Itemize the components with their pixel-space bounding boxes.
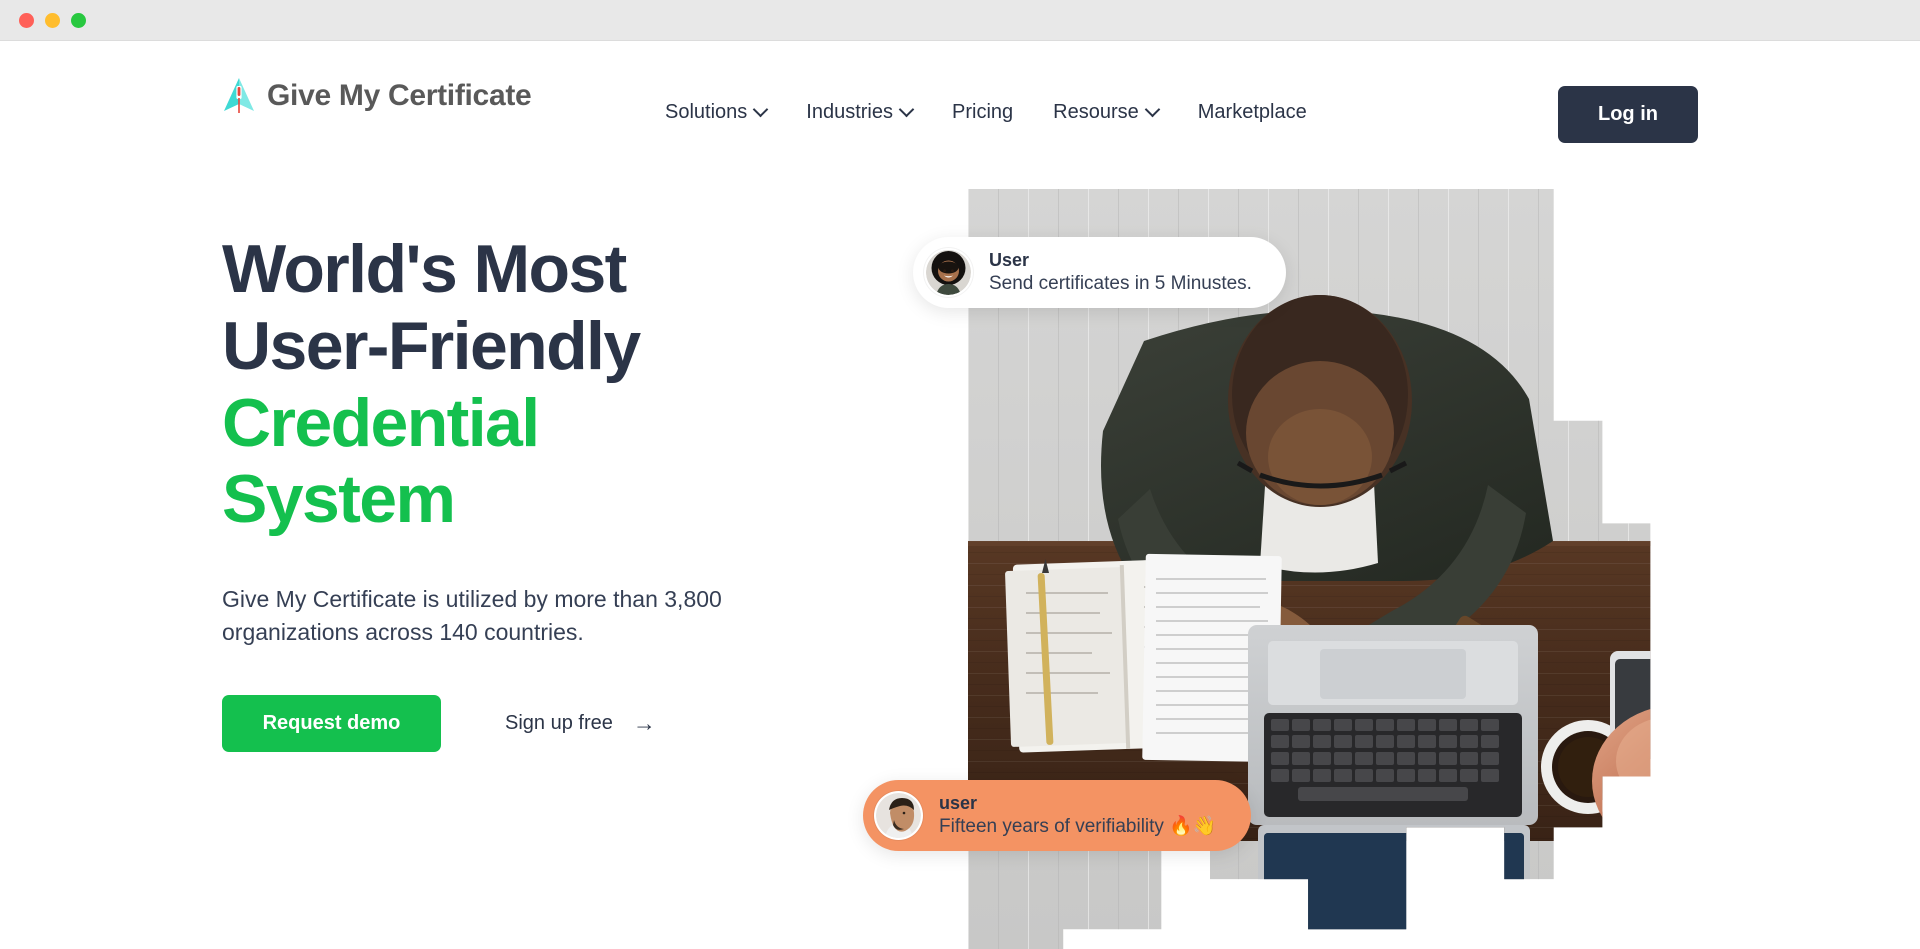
man-profile-avatar-icon (876, 793, 921, 838)
hero-subtitle: Give My Certificate is utilized by more … (222, 586, 722, 645)
maximize-window-button[interactable] (71, 13, 86, 28)
page-title: World's Most User-Friendly Credential Sy… (222, 231, 842, 538)
floating-card-send-certificates[interactable]: User Send certificates in 5 Minustes. (913, 237, 1286, 308)
chevron-down-icon (753, 101, 769, 118)
arrow-right-icon: → (632, 709, 656, 736)
nav-item-label: Industries (806, 101, 893, 123)
woman-smiling-avatar-icon (926, 250, 971, 295)
avatar (874, 791, 923, 840)
card-user-message: Fifteen years of verifiability 🔥👋 (939, 816, 1217, 838)
avatar (924, 248, 973, 297)
nav-item-label: Resourse (1053, 101, 1139, 123)
nav-item-label: Marketplace (1197, 101, 1307, 123)
nav-item-marketplace[interactable]: Marketplace (1178, 95, 1327, 130)
chevron-down-icon (898, 101, 915, 118)
main-navigation: Solutions Industries Pricing Resourse Ma… (645, 95, 1327, 130)
rocket-arrow-logo-icon (224, 78, 254, 113)
card-user-name: User (989, 249, 1030, 270)
card-text: user Fifteen years of verifiability 🔥👋 (939, 792, 1217, 839)
site-header: Give My Certificate Solutions Industries… (0, 41, 1920, 156)
card-user-message: Send certificates in 5 Minustes. (989, 273, 1252, 295)
nav-item-industries[interactable]: Industries (786, 95, 932, 130)
hero-title-line-2: User-Friendly (222, 307, 641, 384)
request-demo-button[interactable]: Request demo (222, 694, 441, 752)
nav-item-solutions[interactable]: Solutions (645, 95, 786, 130)
login-button[interactable]: Log in (1558, 86, 1698, 143)
brand-logo[interactable]: Give My Certificate (222, 77, 532, 115)
nav-item-pricing[interactable]: Pricing (932, 95, 1033, 130)
nav-item-label: Pricing (952, 101, 1014, 123)
hero-cta-group: Request demo Sign up free → (222, 694, 842, 752)
floating-card-verifiability[interactable]: user Fifteen years of verifiability 🔥👋 (863, 780, 1251, 851)
card-text: User Send certificates in 5 Minustes. (989, 249, 1252, 296)
hero-title-line-3: Credential (222, 384, 540, 461)
window-traffic-lights (19, 13, 86, 28)
card-user-name: user (939, 792, 978, 813)
sign-up-free-link[interactable]: Sign up free → (505, 709, 656, 736)
chevron-down-icon (1144, 101, 1161, 118)
close-window-button[interactable] (19, 13, 34, 28)
hero-text-column: World's Most User-Friendly Credential Sy… (222, 231, 842, 752)
nav-item-resourse[interactable]: Resourse (1033, 95, 1178, 130)
nav-item-label: Solutions (665, 101, 748, 123)
page-content: Give My Certificate Solutions Industries… (0, 41, 1920, 949)
brand-name: Give My Certificate (267, 79, 532, 112)
browser-chrome (0, 0, 1920, 41)
sign-up-free-label: Sign up free (505, 711, 613, 734)
hero-title-line-4: System (222, 461, 456, 538)
hero-title-line-1: World's Most (222, 231, 627, 307)
hero-image-composition: User Send certificates in 5 Minustes. us… (863, 189, 1684, 949)
minimize-window-button[interactable] (45, 13, 60, 28)
